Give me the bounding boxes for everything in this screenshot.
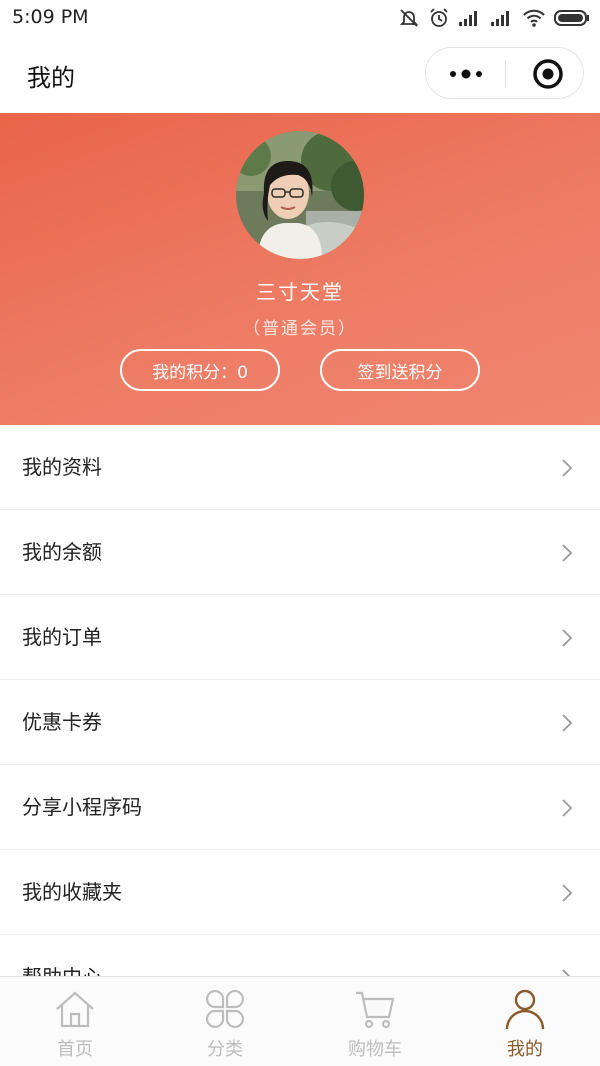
- menu-item-coupons[interactable]: 优惠卡券: [0, 680, 600, 765]
- menu-item-profile[interactable]: 我的资料: [0, 425, 600, 510]
- signal-icon: [458, 9, 482, 27]
- menu-item-label: 我的订单: [22, 625, 102, 649]
- signal-icon: [490, 9, 514, 27]
- avatar[interactable]: [236, 131, 364, 259]
- miniprogram-capsule: [425, 47, 584, 99]
- chevron-right-icon: [562, 459, 573, 477]
- status-icons: [398, 7, 590, 29]
- battery-icon: [554, 9, 590, 27]
- user-name: 三寸天堂: [256, 280, 344, 304]
- sign-in-button[interactable]: 签到送积分: [320, 349, 480, 391]
- avatar-photo: [236, 131, 364, 259]
- more-menu-button[interactable]: [444, 48, 488, 100]
- chevron-right-icon: [562, 799, 573, 817]
- menu-item-label: 分享小程序码: [22, 795, 142, 819]
- menu-item-help[interactable]: 帮助中心: [0, 935, 600, 976]
- capsule-divider: [505, 60, 506, 88]
- close-miniprogram-button[interactable]: [522, 48, 574, 100]
- menu-item-favorites[interactable]: 我的收藏夹: [0, 850, 600, 935]
- tab-cart[interactable]: 购物车: [300, 977, 450, 1066]
- chevron-right-icon: [562, 544, 573, 562]
- category-icon: [205, 989, 245, 1029]
- menu-item-label: 我的余额: [22, 540, 102, 564]
- menu-item-label: 帮助中心: [22, 935, 102, 976]
- mute-icon: [398, 7, 420, 29]
- status-bar: 5:09 PM: [0, 0, 600, 36]
- status-time: 5:09 PM: [12, 6, 89, 28]
- chevron-right-icon: [562, 714, 573, 732]
- tab-label: 我的: [507, 1039, 543, 1060]
- tab-mine[interactable]: 我的: [450, 977, 600, 1066]
- profile-header: 三寸天堂 （普通会员） 我的积分：0 签到送积分: [0, 113, 600, 425]
- tab-category[interactable]: 分类: [150, 977, 300, 1066]
- user-icon: [505, 989, 545, 1030]
- menu-item-orders[interactable]: 我的订单: [0, 595, 600, 680]
- tab-home[interactable]: 首页: [0, 977, 150, 1066]
- menu-item-share-code[interactable]: 分享小程序码: [0, 765, 600, 850]
- tab-label: 首页: [57, 1039, 93, 1060]
- nav-bar: 我的: [0, 36, 600, 113]
- target-icon: [533, 59, 563, 89]
- chevron-right-icon: [562, 969, 571, 976]
- chevron-right-icon: [562, 884, 573, 902]
- cart-icon: [356, 991, 395, 1029]
- tab-bar: 首页 分类 购物车 我的: [0, 976, 600, 1066]
- my-points-button[interactable]: 我的积分：0: [120, 349, 280, 391]
- menu-item-label: 我的资料: [22, 455, 102, 479]
- member-level: （普通会员）: [243, 319, 357, 339]
- menu-item-label: 我的收藏夹: [22, 880, 122, 904]
- chevron-right-icon: [562, 629, 573, 647]
- menu-item-label: 优惠卡券: [22, 710, 102, 734]
- home-icon: [56, 991, 94, 1028]
- wifi-icon: [522, 8, 546, 28]
- more-dots-icon: [450, 69, 482, 79]
- tab-label: 购物车: [348, 1039, 402, 1060]
- tab-label: 分类: [207, 1039, 243, 1060]
- menu-list: 我的资料 我的余额 我的订单 优惠卡券 分享小程序码 我的收藏夹 帮助中心: [0, 425, 600, 976]
- alarm-icon: [428, 7, 450, 29]
- page-title: 我的: [27, 64, 75, 92]
- menu-item-balance[interactable]: 我的余额: [0, 510, 600, 595]
